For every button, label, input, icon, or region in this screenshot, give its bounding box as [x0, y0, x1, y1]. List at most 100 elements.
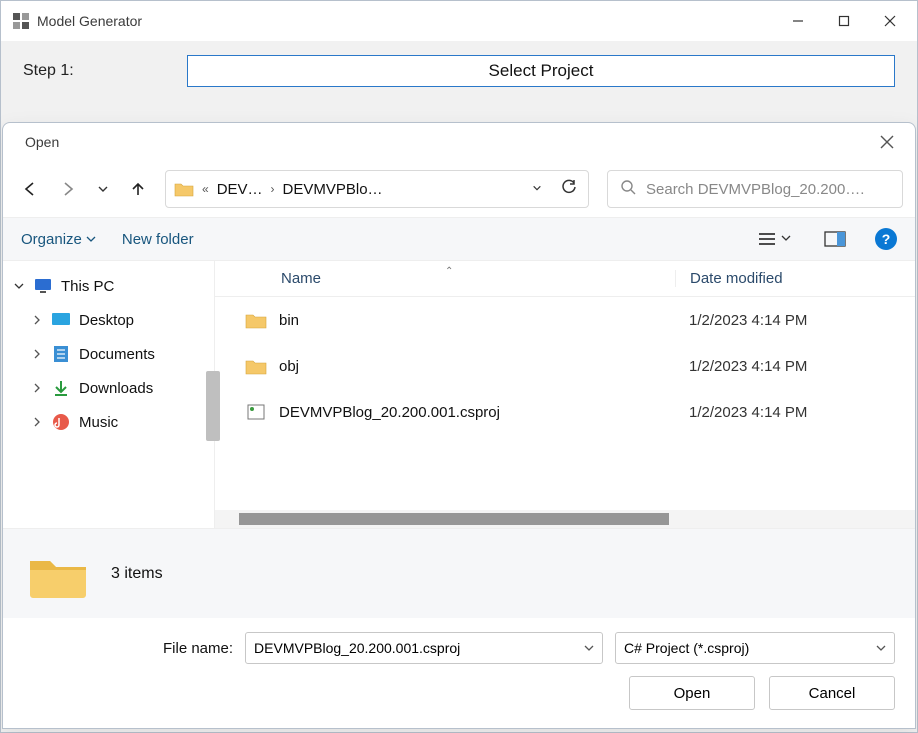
desktop-icon — [51, 311, 71, 329]
filename-row: File name: C# Project (*.csproj) — [23, 632, 895, 664]
downloads-icon — [51, 379, 71, 397]
refresh-button[interactable] — [560, 178, 580, 201]
music-icon — [51, 413, 71, 431]
filename-label: File name: — [23, 640, 233, 657]
search-box[interactable] — [607, 170, 903, 208]
maximize-button[interactable] — [821, 4, 867, 38]
horizontal-scrollbar[interactable] — [215, 510, 915, 528]
filename-combobox[interactable] — [245, 632, 603, 664]
view-menu[interactable] — [753, 225, 795, 253]
breadcrumb-seg-2-label: DEVMVPBlo… — [283, 181, 383, 198]
chevron-down-icon — [876, 640, 886, 656]
chevron-right-icon — [31, 315, 43, 325]
step-label: Step 1: — [23, 62, 163, 80]
file-row[interactable]: DEVMVPBlog_20.200.001.csproj 1/2/2023 4:… — [215, 389, 915, 435]
tree-item-music[interactable]: Music — [9, 405, 208, 439]
chevron-down-icon — [584, 640, 594, 656]
window-buttons — [775, 4, 913, 38]
nav-arrows — [15, 180, 147, 198]
filename-input[interactable] — [254, 640, 584, 656]
column-date[interactable]: Date modified — [675, 270, 915, 287]
file-name: obj — [279, 358, 299, 375]
file-date: 1/2/2023 4:14 PM — [675, 404, 915, 421]
folder-icon — [174, 181, 194, 197]
tree-item-desktop[interactable]: Desktop — [9, 303, 208, 337]
file-date: 1/2/2023 4:14 PM — [675, 312, 915, 329]
close-button[interactable] — [867, 4, 913, 38]
chevron-right-icon — [31, 383, 43, 393]
tree-item-documents[interactable]: Documents — [9, 337, 208, 371]
chevron-right-icon — [31, 349, 43, 359]
tree-this-pc[interactable]: This PC — [9, 269, 208, 303]
file-name: DEVMVPBlog_20.200.001.csproj — [279, 404, 500, 421]
select-project-button[interactable]: Select Project — [187, 55, 895, 87]
breadcrumb[interactable]: « DEV…› DEVMVPBlo… — [165, 170, 589, 208]
column-header: ⌃ Name Date modified — [215, 261, 915, 297]
status-bar: 3 items — [3, 528, 915, 618]
recent-locations-button[interactable] — [97, 183, 109, 195]
tree-item-label: Desktop — [79, 312, 134, 329]
folder-icon — [245, 311, 267, 329]
minimize-button[interactable] — [775, 4, 821, 38]
dialog-title: Open — [25, 134, 869, 150]
cancel-button[interactable]: Cancel — [769, 676, 895, 710]
forward-button[interactable] — [59, 180, 77, 198]
csproj-icon — [245, 403, 267, 421]
breadcrumb-seg-2[interactable]: DEVMVPBlo… — [283, 181, 383, 198]
search-icon — [620, 179, 636, 200]
back-button[interactable] — [21, 180, 39, 198]
folder-icon — [245, 357, 267, 375]
sort-indicator-icon: ⌃ — [445, 266, 453, 277]
column-date-label: Date modified — [690, 270, 783, 287]
tree-item-label: Downloads — [79, 380, 153, 397]
tree-pane: This PC Desktop Documents Downloads Musi — [3, 261, 215, 528]
organize-label: Organize — [21, 231, 82, 248]
app-icon — [13, 13, 29, 29]
breadcrumb-dropdown[interactable] — [532, 180, 552, 198]
organize-menu[interactable]: Organize — [21, 231, 96, 248]
file-row[interactable]: obj 1/2/2023 4:14 PM — [215, 343, 915, 389]
folder-icon — [27, 549, 89, 599]
button-row: Open Cancel — [23, 676, 895, 710]
status-text: 3 items — [111, 565, 163, 583]
parent-title: Model Generator — [37, 13, 775, 29]
open-file-dialog: Open « DEV…› DEVMVPBlo… Organize — [2, 122, 916, 729]
file-date: 1/2/2023 4:14 PM — [675, 358, 915, 375]
chevron-down-icon — [781, 230, 791, 248]
new-folder-label: New folder — [122, 231, 194, 248]
tree-item-label: Music — [79, 414, 118, 431]
parent-titlebar: Model Generator — [1, 1, 917, 41]
tree-item-label: Documents — [79, 346, 155, 363]
toolbar: Organize New folder ? — [3, 217, 915, 261]
filetype-filter[interactable]: C# Project (*.csproj) — [615, 632, 895, 664]
nav-row: « DEV…› DEVMVPBlo… — [3, 161, 915, 217]
open-button[interactable]: Open — [629, 676, 755, 710]
file-name: bin — [279, 312, 299, 329]
tree-root-label: This PC — [61, 278, 114, 295]
breadcrumb-seg-1-label: DEV… — [217, 181, 263, 198]
documents-icon — [51, 345, 71, 363]
filter-label: C# Project (*.csproj) — [624, 640, 749, 656]
tree-item-downloads[interactable]: Downloads — [9, 371, 208, 405]
dialog-close-button[interactable] — [869, 127, 905, 157]
column-name[interactable]: ⌃ Name — [215, 270, 675, 287]
body-area: This PC Desktop Documents Downloads Musi — [3, 261, 915, 528]
file-list: bin 1/2/2023 4:14 PM obj 1/2/2023 4:14 P… — [215, 297, 915, 510]
new-folder-button[interactable]: New folder — [122, 231, 194, 248]
chevron-down-icon — [13, 281, 25, 291]
chevron-down-icon — [86, 231, 96, 248]
file-row[interactable]: bin 1/2/2023 4:14 PM — [215, 297, 915, 343]
step-row: Step 1: Select Project — [23, 55, 895, 87]
bottom-row: File name: C# Project (*.csproj) Open Ca… — [3, 618, 915, 728]
column-name-label: Name — [281, 270, 321, 287]
up-button[interactable] — [129, 180, 147, 198]
breadcrumb-seg-1[interactable]: DEV…› — [217, 181, 275, 198]
preview-pane-button[interactable] — [821, 225, 849, 253]
chevron-right-icon — [31, 417, 43, 427]
scrollbar-thumb[interactable] — [239, 513, 669, 525]
list-pane: ⌃ Name Date modified bin 1/2/2023 4:14 P… — [215, 261, 915, 528]
breadcrumb-sep-icon: « — [202, 182, 209, 196]
dialog-titlebar: Open — [3, 123, 915, 161]
help-button[interactable]: ? — [875, 228, 897, 250]
search-input[interactable] — [646, 181, 890, 198]
